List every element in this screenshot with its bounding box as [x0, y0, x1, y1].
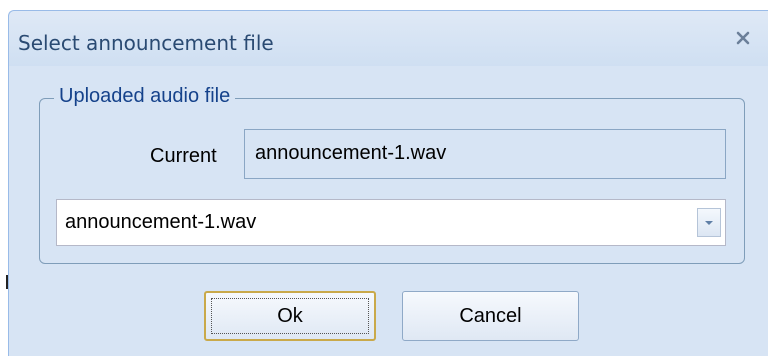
- fieldset-legend: Uploaded audio file: [54, 85, 236, 108]
- focus-ring: [211, 298, 369, 334]
- uploaded-audio-fieldset: Uploaded audio file Current announcement…: [39, 85, 745, 264]
- dialog-titlebar[interactable]: Select announcement file: [9, 11, 768, 66]
- select-announcement-dialog: Select announcement file Uploaded audio …: [8, 10, 768, 356]
- cancel-button-label: Cancel: [459, 304, 522, 327]
- audio-file-select[interactable]: announcement-1.wav: [56, 199, 726, 246]
- ok-button[interactable]: Ok: [204, 291, 376, 341]
- selected-audio-file[interactable]: announcement-1.wav: [65, 211, 256, 234]
- current-label: Current: [150, 145, 217, 167]
- dialog-title: Select announcement file: [18, 31, 274, 55]
- current-file-value: announcement-1.wav: [255, 142, 447, 164]
- close-button[interactable]: [730, 25, 756, 51]
- chevron-down-icon: [705, 220, 713, 225]
- dropdown-trigger-button[interactable]: [697, 208, 721, 237]
- current-file-field: announcement-1.wav: [244, 129, 726, 179]
- close-icon: [736, 31, 750, 45]
- cancel-button[interactable]: Cancel: [402, 291, 579, 341]
